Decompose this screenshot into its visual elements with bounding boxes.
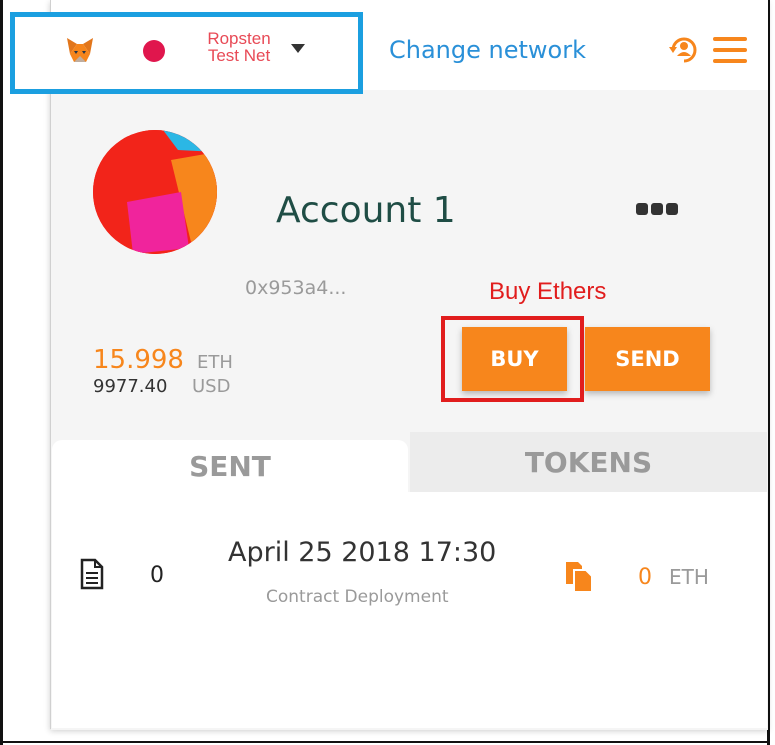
account-avatar[interactable] — [93, 130, 217, 254]
tab-sent[interactable]: SENT — [52, 440, 408, 492]
eth-balance: 15.998 — [93, 345, 184, 375]
buy-ethers-annotation: Buy Ethers — [489, 278, 607, 305]
network-selector-highlight[interactable] — [10, 12, 363, 94]
network-name-line1: Ropsten — [207, 29, 271, 48]
send-button[interactable]: SEND — [585, 327, 710, 391]
transaction-nonce: 0 — [150, 563, 164, 588]
account-address[interactable]: 0x953a4... — [245, 277, 346, 299]
tab-tokens[interactable]: TOKENS — [410, 432, 767, 492]
account-name: Account 1 — [276, 190, 456, 231]
more-options-icon[interactable] — [636, 200, 684, 215]
network-name[interactable]: Ropsten Test Net — [194, 30, 284, 64]
buy-button-highlight — [441, 316, 584, 402]
usd-unit: USD — [192, 376, 231, 397]
account-sync-icon[interactable] — [667, 33, 701, 67]
metamask-fox-icon — [67, 38, 93, 62]
network-name-line2: Test Net — [207, 46, 271, 65]
transaction-type: Contract Deployment — [266, 587, 449, 607]
change-network-label: Change network — [389, 36, 586, 64]
transaction-unit: ETH — [669, 565, 709, 589]
screenshot-frame-left — [0, 0, 3, 745]
document-icon — [80, 558, 104, 590]
copy-icon[interactable] — [564, 560, 594, 594]
network-status-dot — [143, 40, 165, 62]
transaction-list — [52, 492, 767, 728]
eth-unit: ETH — [197, 352, 233, 373]
hamburger-menu-icon[interactable] — [713, 37, 747, 65]
usd-balance: 9977.40 — [93, 376, 168, 397]
screenshot-frame-bottom — [0, 741, 770, 743]
transaction-date: April 25 2018 17:30 — [228, 537, 497, 568]
identicon-graphic — [93, 130, 217, 254]
chevron-down-icon[interactable] — [291, 44, 305, 53]
transaction-value: 0 — [638, 565, 652, 590]
tab-bar: SENT TOKENS — [52, 432, 767, 492]
